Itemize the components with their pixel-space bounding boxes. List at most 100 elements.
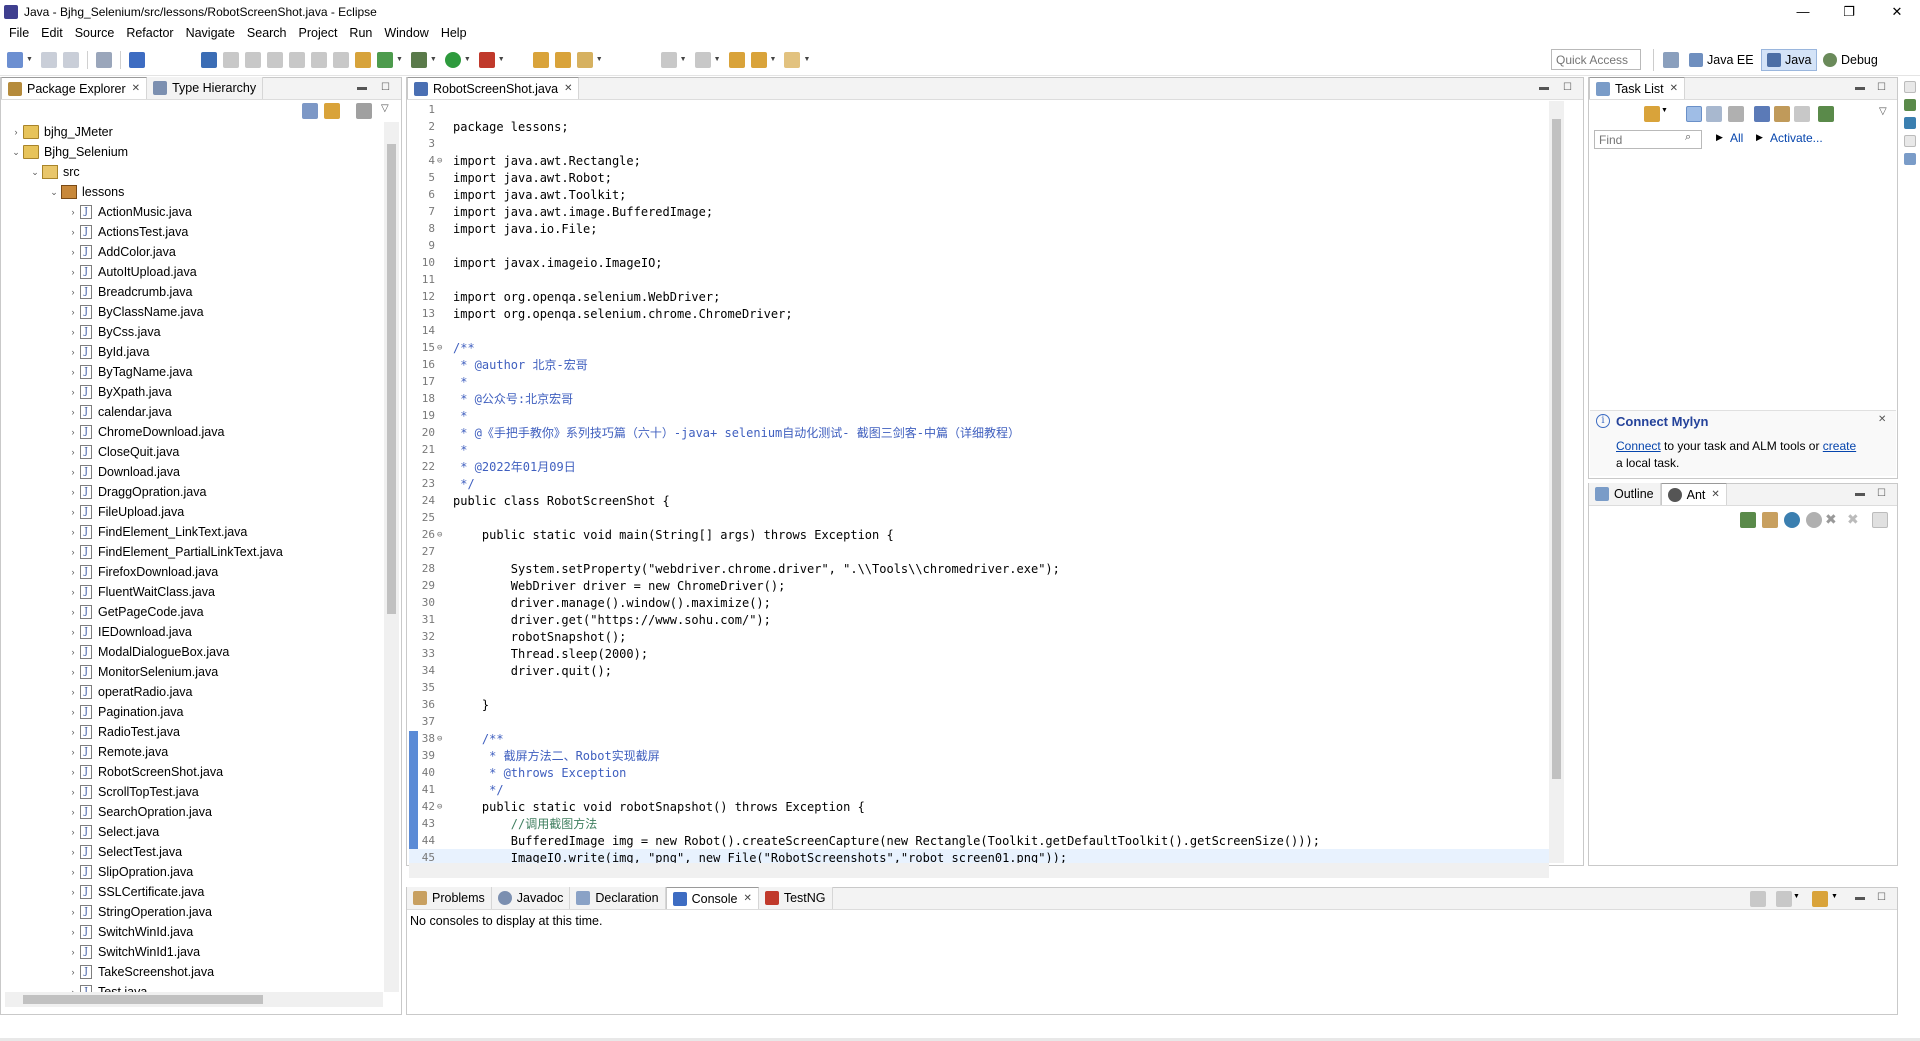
collapsed-arrow-icon[interactable]: › xyxy=(66,527,80,537)
collapsed-arrow-icon[interactable]: › xyxy=(66,827,80,837)
code-line[interactable]: 40 * @throws Exception xyxy=(409,764,1549,781)
menu-navigate[interactable]: Navigate xyxy=(180,26,241,40)
minimize-button[interactable]: — xyxy=(1780,0,1826,23)
disconnect-icon[interactable] xyxy=(288,51,305,68)
tab-problems[interactable]: Problems xyxy=(407,887,492,909)
forward-dropdown-icon[interactable]: ▼ xyxy=(803,56,810,63)
code-line[interactable]: 3 xyxy=(409,135,1549,152)
open-task-icon[interactable] xyxy=(554,51,571,68)
menu-file[interactable]: File xyxy=(3,26,35,40)
view-menu-icon[interactable]: ▽ xyxy=(381,103,389,114)
tree-item[interactable]: › Jcalendar.java xyxy=(5,402,387,422)
code-line[interactable]: 29 WebDriver driver = new ChromeDriver()… xyxy=(409,577,1549,594)
tab-javadoc[interactable]: Javadoc xyxy=(491,887,571,909)
code-line[interactable]: 7 import java.awt.image.BufferedImage; xyxy=(409,203,1549,220)
code-line[interactable]: 36 } xyxy=(409,696,1549,713)
close-mylyn-icon[interactable]: ✕ xyxy=(1878,414,1886,425)
run-dropdown-icon[interactable]: ▼ xyxy=(464,56,471,63)
new-class-icon[interactable] xyxy=(376,51,393,68)
activate-task-link[interactable]: Activate... xyxy=(1770,131,1823,145)
code-line[interactable]: 28 System.setProperty("webdriver.chrome.… xyxy=(409,560,1549,577)
collapsed-arrow-icon[interactable]: › xyxy=(66,427,80,437)
collapsed-arrow-icon[interactable]: › xyxy=(66,207,80,217)
tree-item[interactable]: › J StringOperation.java xyxy=(5,902,387,922)
tab-type-hierarchy[interactable]: Type Hierarchy xyxy=(147,77,264,99)
menu-run[interactable]: Run xyxy=(343,26,378,40)
perspective-debug[interactable]: Debug xyxy=(1818,49,1883,71)
tab-package-explorer[interactable]: Package Explorer ✕ xyxy=(1,77,148,99)
tree-item[interactable]: › J RobotScreenShot.java xyxy=(5,762,387,782)
collapsed-arrow-icon[interactable]: › xyxy=(66,687,80,697)
link-with-editor-icon[interactable] xyxy=(324,103,340,119)
code-line[interactable]: 12 import org.openqa.selenium.WebDriver; xyxy=(409,288,1549,305)
minimize-view-icon[interactable]: ▬ xyxy=(1855,892,1865,903)
collapsed-arrow-icon[interactable]: › xyxy=(66,487,80,497)
tree-item[interactable]: ⌄ Bjhg_Selenium xyxy=(5,142,387,162)
remove-icon[interactable]: ✖ xyxy=(1825,511,1837,528)
open-type-icon[interactable] xyxy=(532,51,549,68)
collapsed-arrow-icon[interactable]: › xyxy=(66,747,80,757)
tree-item[interactable]: › J FindElement_PartialLinkText.java xyxy=(5,542,387,562)
tree-vertical-scroll-thumb[interactable] xyxy=(387,144,396,614)
tree-item[interactable]: › J SearchOpration.java xyxy=(5,802,387,822)
tab-declaration[interactable]: Declaration xyxy=(570,887,666,909)
collapsed-arrow-icon[interactable]: › xyxy=(66,647,80,657)
close-tab-icon[interactable]: ✕ xyxy=(1670,83,1678,94)
previous-annotation-icon[interactable] xyxy=(694,51,711,68)
hide-completed-icon[interactable] xyxy=(1728,106,1744,122)
previous-annotation-dropdown-icon[interactable]: ▼ xyxy=(714,56,721,63)
code-line[interactable]: 30 driver.manage().window().maximize(); xyxy=(409,594,1549,611)
tree-item[interactable]: › J AddColor.java xyxy=(5,242,387,262)
new-task-icon[interactable] xyxy=(1644,106,1660,122)
save-icon[interactable] xyxy=(40,51,57,68)
tree-item[interactable]: ⌄ lessons xyxy=(5,182,387,202)
minimize-editor-icon[interactable]: ▬ xyxy=(1539,82,1549,93)
tree-item[interactable]: › J Select.java xyxy=(5,822,387,842)
resume-icon[interactable] xyxy=(222,51,239,68)
skip-breakpoints-icon[interactable] xyxy=(200,51,217,68)
collapse-all-icon[interactable] xyxy=(302,103,318,119)
collapsed-arrow-icon[interactable]: › xyxy=(66,847,80,857)
tab-outline[interactable]: Outline xyxy=(1589,483,1661,505)
menu-search[interactable]: Search xyxy=(241,26,293,40)
collapsed-arrow-icon[interactable]: › xyxy=(66,707,80,717)
collapsed-arrow-icon[interactable]: › xyxy=(66,307,80,317)
code-line[interactable]: 6 import java.awt.Toolkit; xyxy=(409,186,1549,203)
outline-trim-icon[interactable] xyxy=(1904,153,1916,165)
tree-item[interactable]: › J IEDownload.java xyxy=(5,622,387,642)
tree-item[interactable]: › J SwitchWinId1.java xyxy=(5,942,387,962)
code-line[interactable]: 11 xyxy=(409,271,1549,288)
step-into-icon[interactable] xyxy=(310,51,327,68)
tree-item[interactable]: › J SelectTest.java xyxy=(5,842,387,862)
all-filter-link[interactable]: All xyxy=(1730,131,1743,145)
collapsed-arrow-icon[interactable]: › xyxy=(66,607,80,617)
maximize-view-icon[interactable]: ☐ xyxy=(1877,488,1886,499)
menu-source[interactable]: Source xyxy=(69,26,121,40)
code-line[interactable]: 10 import javax.imageio.ImageIO; xyxy=(409,254,1549,271)
tree-item[interactable]: › J FileUpload.java xyxy=(5,502,387,522)
tree-item[interactable]: › J FluentWaitClass.java xyxy=(5,582,387,602)
collapsed-arrow-icon[interactable]: › xyxy=(66,867,80,877)
collapsed-arrow-icon[interactable]: › xyxy=(66,787,80,797)
new-icon[interactable] xyxy=(7,51,23,68)
tree-item[interactable]: › JoperatRadio.java xyxy=(5,682,387,702)
close-tab-icon[interactable]: ✕ xyxy=(1711,489,1719,500)
tree-item[interactable]: ⌄ src xyxy=(5,162,387,182)
close-tab-icon[interactable]: ✕ xyxy=(743,893,751,904)
menu-edit[interactable]: Edit xyxy=(35,26,69,40)
code-line[interactable]: 9 xyxy=(409,237,1549,254)
collapsed-arrow-icon[interactable]: › xyxy=(66,407,80,417)
focus-task-icon[interactable] xyxy=(356,103,372,119)
tree-item[interactable]: › J GetPageCode.java xyxy=(5,602,387,622)
code-line[interactable]: 15 ⊖ /** xyxy=(409,339,1549,356)
minimize-view-icon[interactable]: ▬ xyxy=(1855,82,1865,93)
save-all-icon[interactable] xyxy=(62,51,79,68)
collapsed-arrow-icon[interactable]: › xyxy=(9,127,23,137)
tree-item[interactable]: › J DraggOpration.java xyxy=(5,482,387,502)
tree-item[interactable]: › J RadioTest.java xyxy=(5,722,387,742)
collapse-icon[interactable] xyxy=(1872,512,1888,528)
collapsed-arrow-icon[interactable]: › xyxy=(66,927,80,937)
code-line[interactable]: 32 robotSnapshot(); xyxy=(409,628,1549,645)
collapsed-arrow-icon[interactable]: › xyxy=(66,387,80,397)
code-line[interactable]: 44 BufferedImage img = new Robot().creat… xyxy=(409,832,1549,849)
